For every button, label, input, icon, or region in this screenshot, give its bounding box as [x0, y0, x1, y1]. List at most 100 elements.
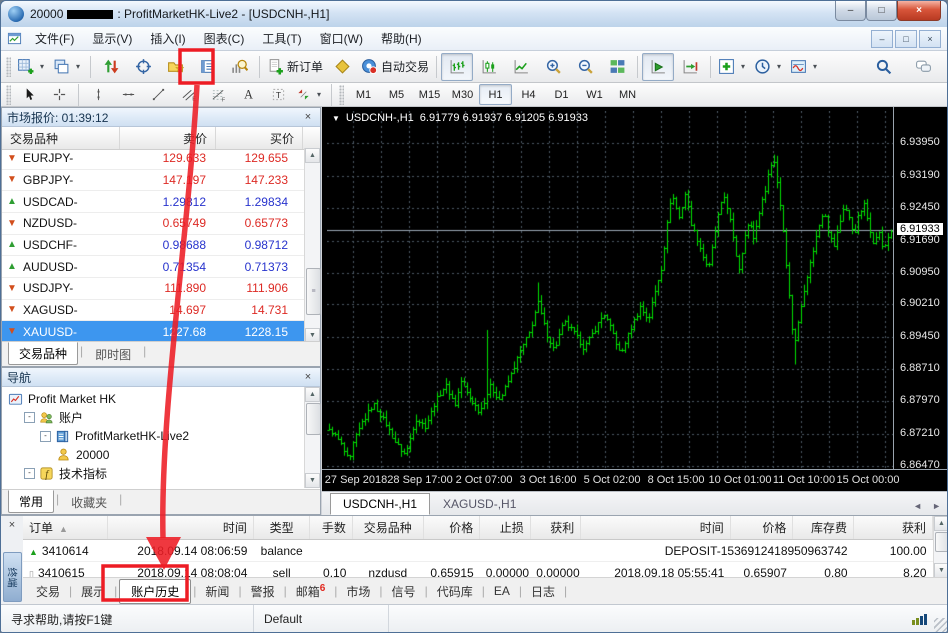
mdi-restore-button[interactable]: □	[895, 30, 917, 48]
timeframe-button[interactable]: H1	[479, 84, 512, 105]
panel-tab[interactable]: 收藏夹	[61, 492, 117, 513]
symbol-row[interactable]: EURJPY- 129.633 129.655	[2, 148, 320, 170]
profiles-button[interactable]: ▾	[50, 53, 86, 81]
scroll-tabs-left-icon[interactable]: ◄	[913, 501, 922, 511]
symbol-row[interactable]: NZDUSD- 0.65749 0.65773	[2, 213, 320, 235]
scrollbar-thumb[interactable]	[306, 403, 321, 435]
timeframe-button[interactable]: H4	[512, 84, 545, 105]
menu-item[interactable]: 工具(T)	[253, 29, 310, 49]
orders-column-header[interactable]: 订单▲	[23, 516, 108, 540]
terminal-side-label[interactable]: 终端	[3, 552, 22, 602]
new-chart-button[interactable]: ▾	[14, 53, 50, 81]
order-row-balance[interactable]: ▲3410614 2018.09.14 08:06:59 balance DEP…	[23, 540, 933, 562]
chart-window[interactable]: ▼ USDCNH-,H1 6.91779 6.91937 6.91205 6.9…	[322, 107, 948, 491]
symbol-row[interactable]: USDCAD- 1.29812 1.29834	[2, 191, 320, 213]
panel-tab[interactable]: 常用	[8, 490, 54, 513]
cursor-tool-button[interactable]	[14, 84, 44, 106]
chart-tab[interactable]: USDCNH-,H1	[330, 493, 430, 515]
symbol-row[interactable]: USDCHF- 0.98688 0.98712	[2, 235, 320, 257]
candlestick-chart-button[interactable]	[473, 53, 505, 81]
text-tool-button[interactable]	[233, 84, 263, 106]
tree-item[interactable]: - 技术指标	[24, 464, 302, 483]
timeframe-button[interactable]: D1	[545, 84, 578, 105]
menu-item[interactable]: 窗口(W)	[311, 29, 372, 49]
orders-column-header[interactable]: 库存费	[793, 516, 854, 540]
column-ask[interactable]: 买价	[216, 127, 303, 149]
equidistant-channel-tool-button[interactable]	[173, 84, 203, 106]
terminal-tab[interactable]: 信号	[385, 580, 423, 603]
panel-tab[interactable]: 交易品种	[8, 342, 78, 365]
menu-item[interactable]: 显示(V)	[83, 29, 141, 49]
market-watch-scrollbar[interactable]: ▲ ≡ ▼	[304, 148, 320, 343]
scroll-down-icon[interactable]: ▼	[305, 473, 320, 488]
periods-button[interactable]: ▾	[751, 53, 787, 81]
mdi-minimize-button[interactable]: –	[871, 30, 893, 48]
toolbar-grip[interactable]	[6, 85, 11, 105]
symbol-row[interactable]: AUDUSD- 0.71354 0.71373	[2, 256, 320, 278]
autotrading-button[interactable]: 自动交易	[358, 53, 432, 81]
mdi-close-button[interactable]: ×	[919, 30, 941, 48]
symbol-row[interactable]: XAGUSD- 14.697 14.731	[2, 300, 320, 322]
crosshair-tool-button[interactable]	[44, 84, 74, 106]
column-symbol[interactable]: 交易品种	[2, 127, 120, 149]
toolbar-grip[interactable]	[339, 85, 344, 105]
timeframe-button[interactable]: W1	[578, 84, 611, 105]
price-axis[interactable]: 6.939506.931906.924506.916906.909506.902…	[893, 107, 948, 469]
orders-column-header[interactable]: 交易品种	[352, 516, 423, 540]
tile-windows-button[interactable]	[601, 53, 633, 81]
scroll-up-icon[interactable]: ▲	[934, 516, 948, 531]
tree-expander[interactable]: -	[24, 468, 35, 479]
close-icon[interactable]: ×	[5, 519, 19, 531]
terminal-button[interactable]	[191, 53, 223, 81]
timeframe-button[interactable]: MN	[611, 84, 644, 105]
fibonacci-tool-button[interactable]	[203, 84, 233, 106]
terminal-tab[interactable]: 邮箱6	[289, 580, 333, 603]
scrollbar-thumb[interactable]: ≡	[306, 268, 321, 315]
line-chart-button[interactable]	[505, 53, 537, 81]
symbol-row[interactable]: USDJPY- 111.890 111.906	[2, 278, 320, 300]
terminal-tab[interactable]: 市场	[339, 580, 377, 603]
chart-tab[interactable]: XAGUSD-,H1	[430, 493, 529, 515]
tree-item[interactable]: 20000	[56, 446, 302, 465]
chart-shift-button[interactable]	[674, 53, 706, 81]
panel-tab[interactable]: 即时图	[85, 344, 141, 365]
new-order-button[interactable]: 新订单	[264, 53, 326, 81]
indicators-button[interactable]: ▾	[715, 53, 751, 81]
orders-column-header[interactable]: 时间	[581, 516, 731, 540]
tree-expander[interactable]: -	[40, 431, 51, 442]
close-button[interactable]: ×	[897, 1, 941, 21]
candlestick-chart[interactable]	[327, 111, 893, 469]
bar-chart-button[interactable]	[441, 53, 473, 81]
scroll-up-icon[interactable]: ▲	[305, 387, 320, 402]
menu-item[interactable]: 文件(F)	[26, 29, 83, 49]
strategy-tester-button[interactable]	[223, 53, 255, 81]
tree-expander[interactable]: -	[24, 412, 35, 423]
vertical-line-tool-button[interactable]	[83, 84, 113, 106]
close-icon[interactable]: ×	[301, 371, 315, 383]
minimize-button[interactable]: –	[835, 1, 866, 21]
column-bid[interactable]: 卖价	[120, 127, 216, 149]
scroll-up-icon[interactable]: ▲	[305, 148, 320, 163]
tree-item[interactable]: - 账户	[24, 409, 302, 428]
terminal-tab[interactable]: 交易	[29, 580, 67, 603]
zoom-out-button[interactable]	[569, 53, 601, 81]
terminal-tab[interactable]: 新闻	[198, 580, 236, 603]
terminal-tab[interactable]: 展示	[74, 580, 112, 603]
scroll-down-icon[interactable]: ▼	[934, 563, 948, 578]
terminal-tab[interactable]: 账户历史	[119, 579, 191, 604]
terminal-tab[interactable]: 代码库	[430, 580, 480, 603]
text-label-tool-button[interactable]	[263, 84, 293, 106]
orders-column-header[interactable]: 价格	[423, 516, 480, 540]
tree-item[interactable]: - ProfitMarketHK-Live2	[40, 427, 302, 446]
terminal-tab[interactable]: 日志	[524, 580, 562, 603]
arrows-tool-button[interactable]: ▾	[293, 84, 327, 106]
orders-column-header[interactable]: 价格	[730, 516, 793, 540]
auto-scroll-button[interactable]	[642, 53, 674, 81]
status-profile[interactable]: Default	[254, 605, 389, 633]
navigator-scrollbar[interactable]: ▲ ▼	[304, 387, 320, 488]
terminal-tab[interactable]: EA	[487, 581, 517, 601]
triangle-icon[interactable]: ▼	[332, 114, 340, 123]
order-row-trade[interactable]: ▯3410615 2018.09.14 08:08:04 sell 0.10 n…	[23, 562, 933, 579]
menu-item[interactable]: 帮助(H)	[372, 29, 431, 49]
data-window-button[interactable]	[127, 53, 159, 81]
